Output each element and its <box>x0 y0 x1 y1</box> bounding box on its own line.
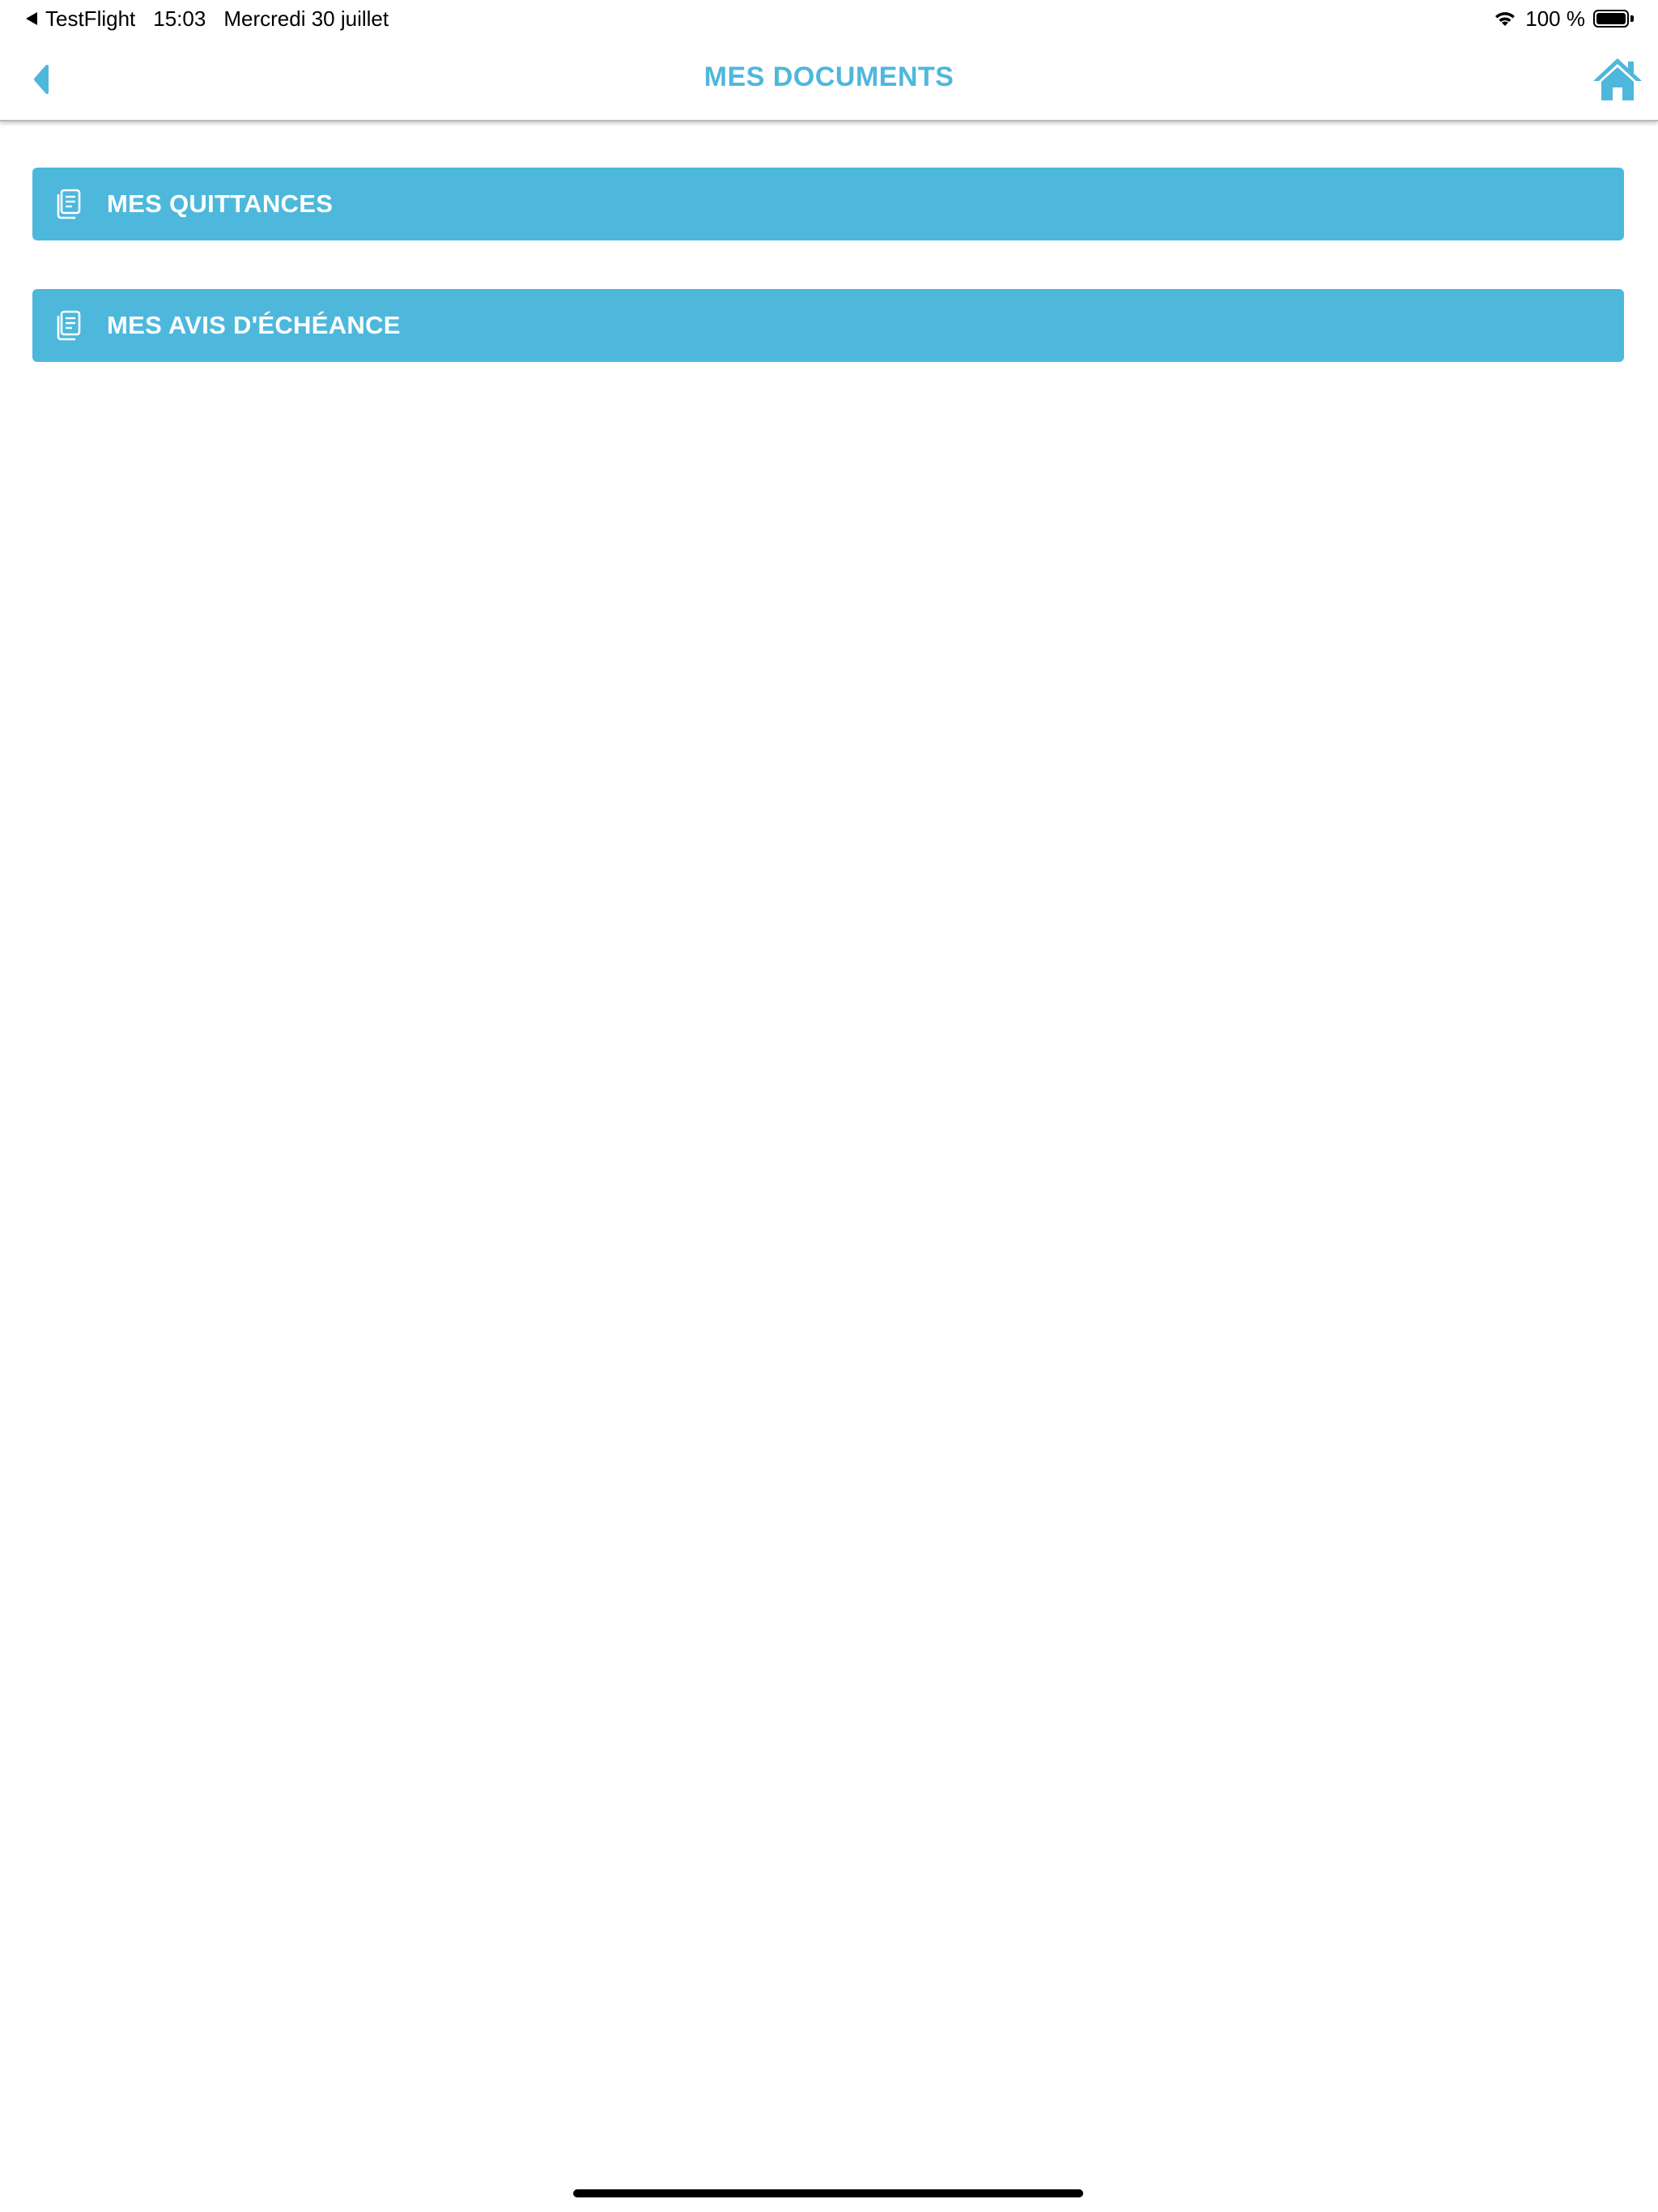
status-date: Mercredi 30 juillet <box>223 6 389 31</box>
back-to-app-icon[interactable] <box>26 12 37 25</box>
my-receipts-button[interactable]: MES QUITTANCES <box>32 168 1624 240</box>
wifi-icon <box>1495 12 1516 26</box>
documents-icon <box>57 310 81 341</box>
status-bar: TestFlight 15:03 Mercredi 30 juillet 100… <box>0 0 1658 39</box>
status-time: 15:03 <box>153 6 206 31</box>
navigation-bar: MES DOCUMENTS <box>0 39 1658 121</box>
battery-percent: 100 % <box>1525 6 1585 31</box>
battery-tip <box>1630 15 1634 22</box>
battery-fill <box>1596 13 1626 24</box>
battery-icon <box>1593 10 1629 28</box>
page-title: MES DOCUMENTS <box>704 62 954 92</box>
my-payment-notices-label: MES AVIS D'ÉCHÉANCE <box>107 311 401 339</box>
app-screen: TestFlight 15:03 Mercredi 30 juillet 100… <box>0 0 1658 2212</box>
home-indicator[interactable] <box>573 2189 1083 2197</box>
my-payment-notices-button[interactable]: MES AVIS D'ÉCHÉANCE <box>32 289 1624 362</box>
status-left: TestFlight 15:03 Mercredi 30 juillet <box>26 6 406 31</box>
back-to-app-label[interactable]: TestFlight <box>45 6 135 32</box>
home-icon[interactable] <box>1592 55 1643 104</box>
documents-icon <box>57 189 81 219</box>
status-right: 100 % <box>1493 6 1634 31</box>
my-receipts-label: MES QUITTANCES <box>107 189 334 218</box>
